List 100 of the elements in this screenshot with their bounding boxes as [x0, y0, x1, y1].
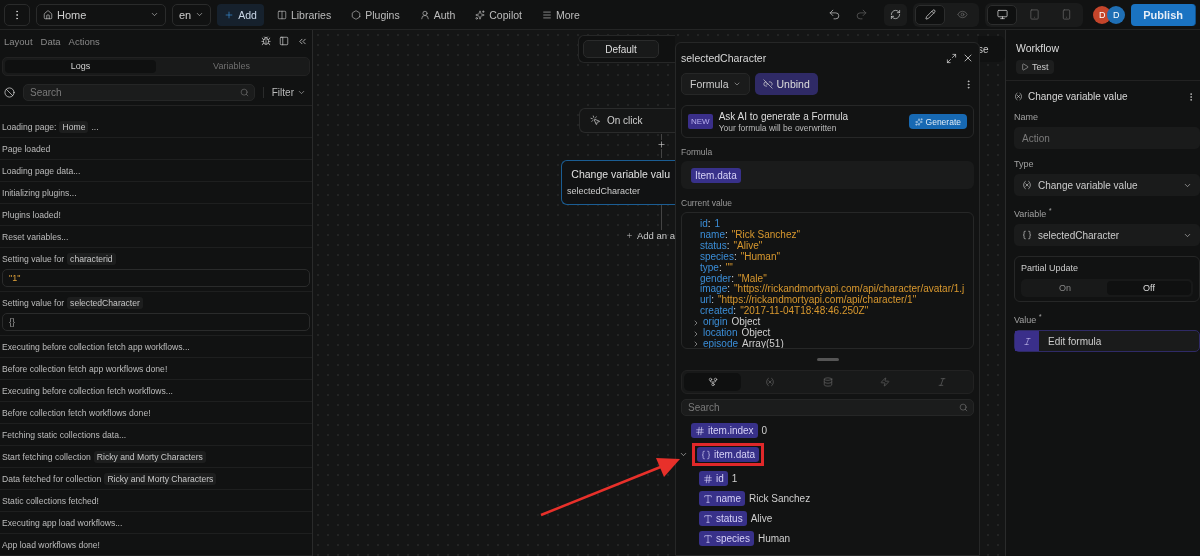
variable-icon [1014, 92, 1023, 101]
state-tab[interactable]: Default [583, 40, 659, 58]
segment-tab[interactable]: Logs [5, 59, 156, 73]
braces-icon [701, 449, 711, 460]
field-label: Partial Update [1021, 263, 1080, 273]
expand-icon[interactable] [946, 52, 957, 64]
action-subtitle: selectedCharacter [567, 186, 642, 196]
variable-icon [1022, 180, 1032, 190]
refresh-button[interactable] [884, 3, 908, 26]
columns-icon [276, 9, 287, 20]
unbind-button[interactable]: Unbind [754, 73, 818, 95]
source-tab[interactable] [684, 373, 742, 391]
variable-chip[interactable]: name [699, 491, 745, 506]
log-text: Executing before collection fetch app workflows... [2, 341, 190, 352]
sparkle-icon [475, 9, 486, 20]
undo-icon[interactable] [828, 8, 842, 21]
toolbar-button[interactable]: Auth [412, 3, 463, 26]
log-value: {} [2, 313, 310, 331]
toolbar-button[interactable]: Libraries [269, 3, 339, 26]
search-icon [959, 403, 968, 412]
hash-icon [703, 473, 713, 484]
ai-title: Ask AI to generate a Formula [718, 110, 849, 122]
segment-tab[interactable]: Variables [156, 59, 307, 73]
mode-dropdown[interactable]: Formula [681, 73, 750, 95]
close-icon[interactable] [962, 52, 974, 64]
filter-button[interactable]: Filter [262, 86, 308, 98]
section-label: Current value [681, 198, 734, 208]
log-text: Page loaded [2, 143, 51, 154]
variable-value: 1 [731, 473, 738, 484]
panel-title: Workflow [1016, 42, 1060, 54]
field-label: Name [1014, 112, 1039, 122]
avatar[interactable]: D [1107, 5, 1126, 24]
log-text: Loading page: [2, 121, 57, 132]
home-icon [43, 9, 53, 20]
mode-toggle[interactable] [915, 4, 946, 25]
generate-button[interactable]: Generate [908, 114, 967, 129]
toolbar-button[interactable]: More [534, 3, 587, 26]
field-label: Type [1014, 159, 1035, 169]
value-line: status: "Alive" [700, 240, 763, 252]
log-text: Setting value for [2, 297, 65, 308]
test-button[interactable]: Test [1016, 60, 1054, 74]
variable-value: 0 [761, 425, 768, 436]
value-line: type: "" [700, 262, 733, 274]
search-icon [239, 87, 249, 97]
log-value: "1" [2, 269, 310, 287]
value-line: id: 1 [700, 219, 721, 230]
page-select[interactable]: Home [36, 3, 166, 26]
fork-icon [707, 377, 718, 387]
user-icon [419, 9, 430, 20]
name-field[interactable]: Action [1014, 127, 1200, 149]
tablet-icon [1028, 9, 1040, 20]
value-line: url: "https://rickandmortyapi.com/api/character/1" [700, 295, 917, 307]
toolbar-button[interactable]: Add [217, 3, 264, 26]
cursor-click-icon [590, 115, 601, 126]
redo-icon[interactable] [855, 8, 869, 21]
log-text: App load workflows done! [2, 539, 100, 550]
panel-tab[interactable]: Actions [68, 35, 100, 47]
trigger-card[interactable]: On click [579, 108, 675, 133]
italic-icon [937, 377, 948, 387]
select-field[interactable]: selectedCharacter [1014, 224, 1200, 246]
panel-tab[interactable]: Layout [4, 35, 33, 47]
plus-icon [224, 9, 235, 20]
log-text: Start fetching collection [2, 451, 91, 462]
formula-chip: Item.data [691, 167, 741, 183]
panel-tab[interactable]: Data [40, 35, 61, 47]
clear-icon[interactable] [4, 86, 15, 98]
database-icon [822, 377, 833, 387]
publish-button[interactable]: Publish [1131, 3, 1196, 26]
variable-chip[interactable]: item.data [697, 447, 760, 462]
text-icon [703, 533, 713, 544]
chevron-down-icon [150, 10, 159, 19]
formula-field[interactable]: Item.data [681, 161, 974, 189]
language-select[interactable]: en [172, 3, 212, 26]
search-field[interactable]: Search [681, 399, 974, 416]
sparkle-icon [914, 117, 923, 126]
variable-chip[interactable]: species [699, 531, 754, 546]
log-tag: selectedCharacter [67, 296, 143, 309]
text-icon [703, 493, 713, 504]
log-text: Before collection fetch app workflows done! [2, 363, 168, 374]
search-field[interactable]: Search [23, 83, 255, 101]
variable-chip[interactable]: status [699, 511, 747, 526]
value-line: name: "Rick Sanchez" [700, 229, 801, 241]
edit-formula-button[interactable]: Edit formula [1014, 330, 1200, 352]
variable-chip[interactable]: item.index [691, 423, 758, 438]
toolbar-button[interactable]: Plugins [344, 3, 407, 26]
log-text: Data fetched for collection [2, 473, 102, 484]
toolbar-button[interactable]: Copilot [468, 3, 529, 26]
add-action-button[interactable]: Add an a [626, 230, 675, 241]
log-tag: Home [59, 120, 89, 133]
select-field[interactable]: Change variable value [1014, 174, 1200, 196]
device-toggle[interactable] [987, 4, 1018, 25]
refresh-icon [890, 9, 902, 20]
italic-icon [1022, 336, 1032, 346]
action-title: Change variable valu [571, 168, 670, 180]
action-card[interactable]: Change variable valu selectedCharacter [561, 160, 675, 205]
toggle-option[interactable]: On [1023, 281, 1107, 295]
toggle-option[interactable]: Off [1107, 281, 1191, 295]
variable-chip[interactable]: id [699, 471, 728, 486]
ai-subtitle: Your formula will be overwritten [718, 122, 838, 133]
play-icon [1021, 63, 1029, 71]
